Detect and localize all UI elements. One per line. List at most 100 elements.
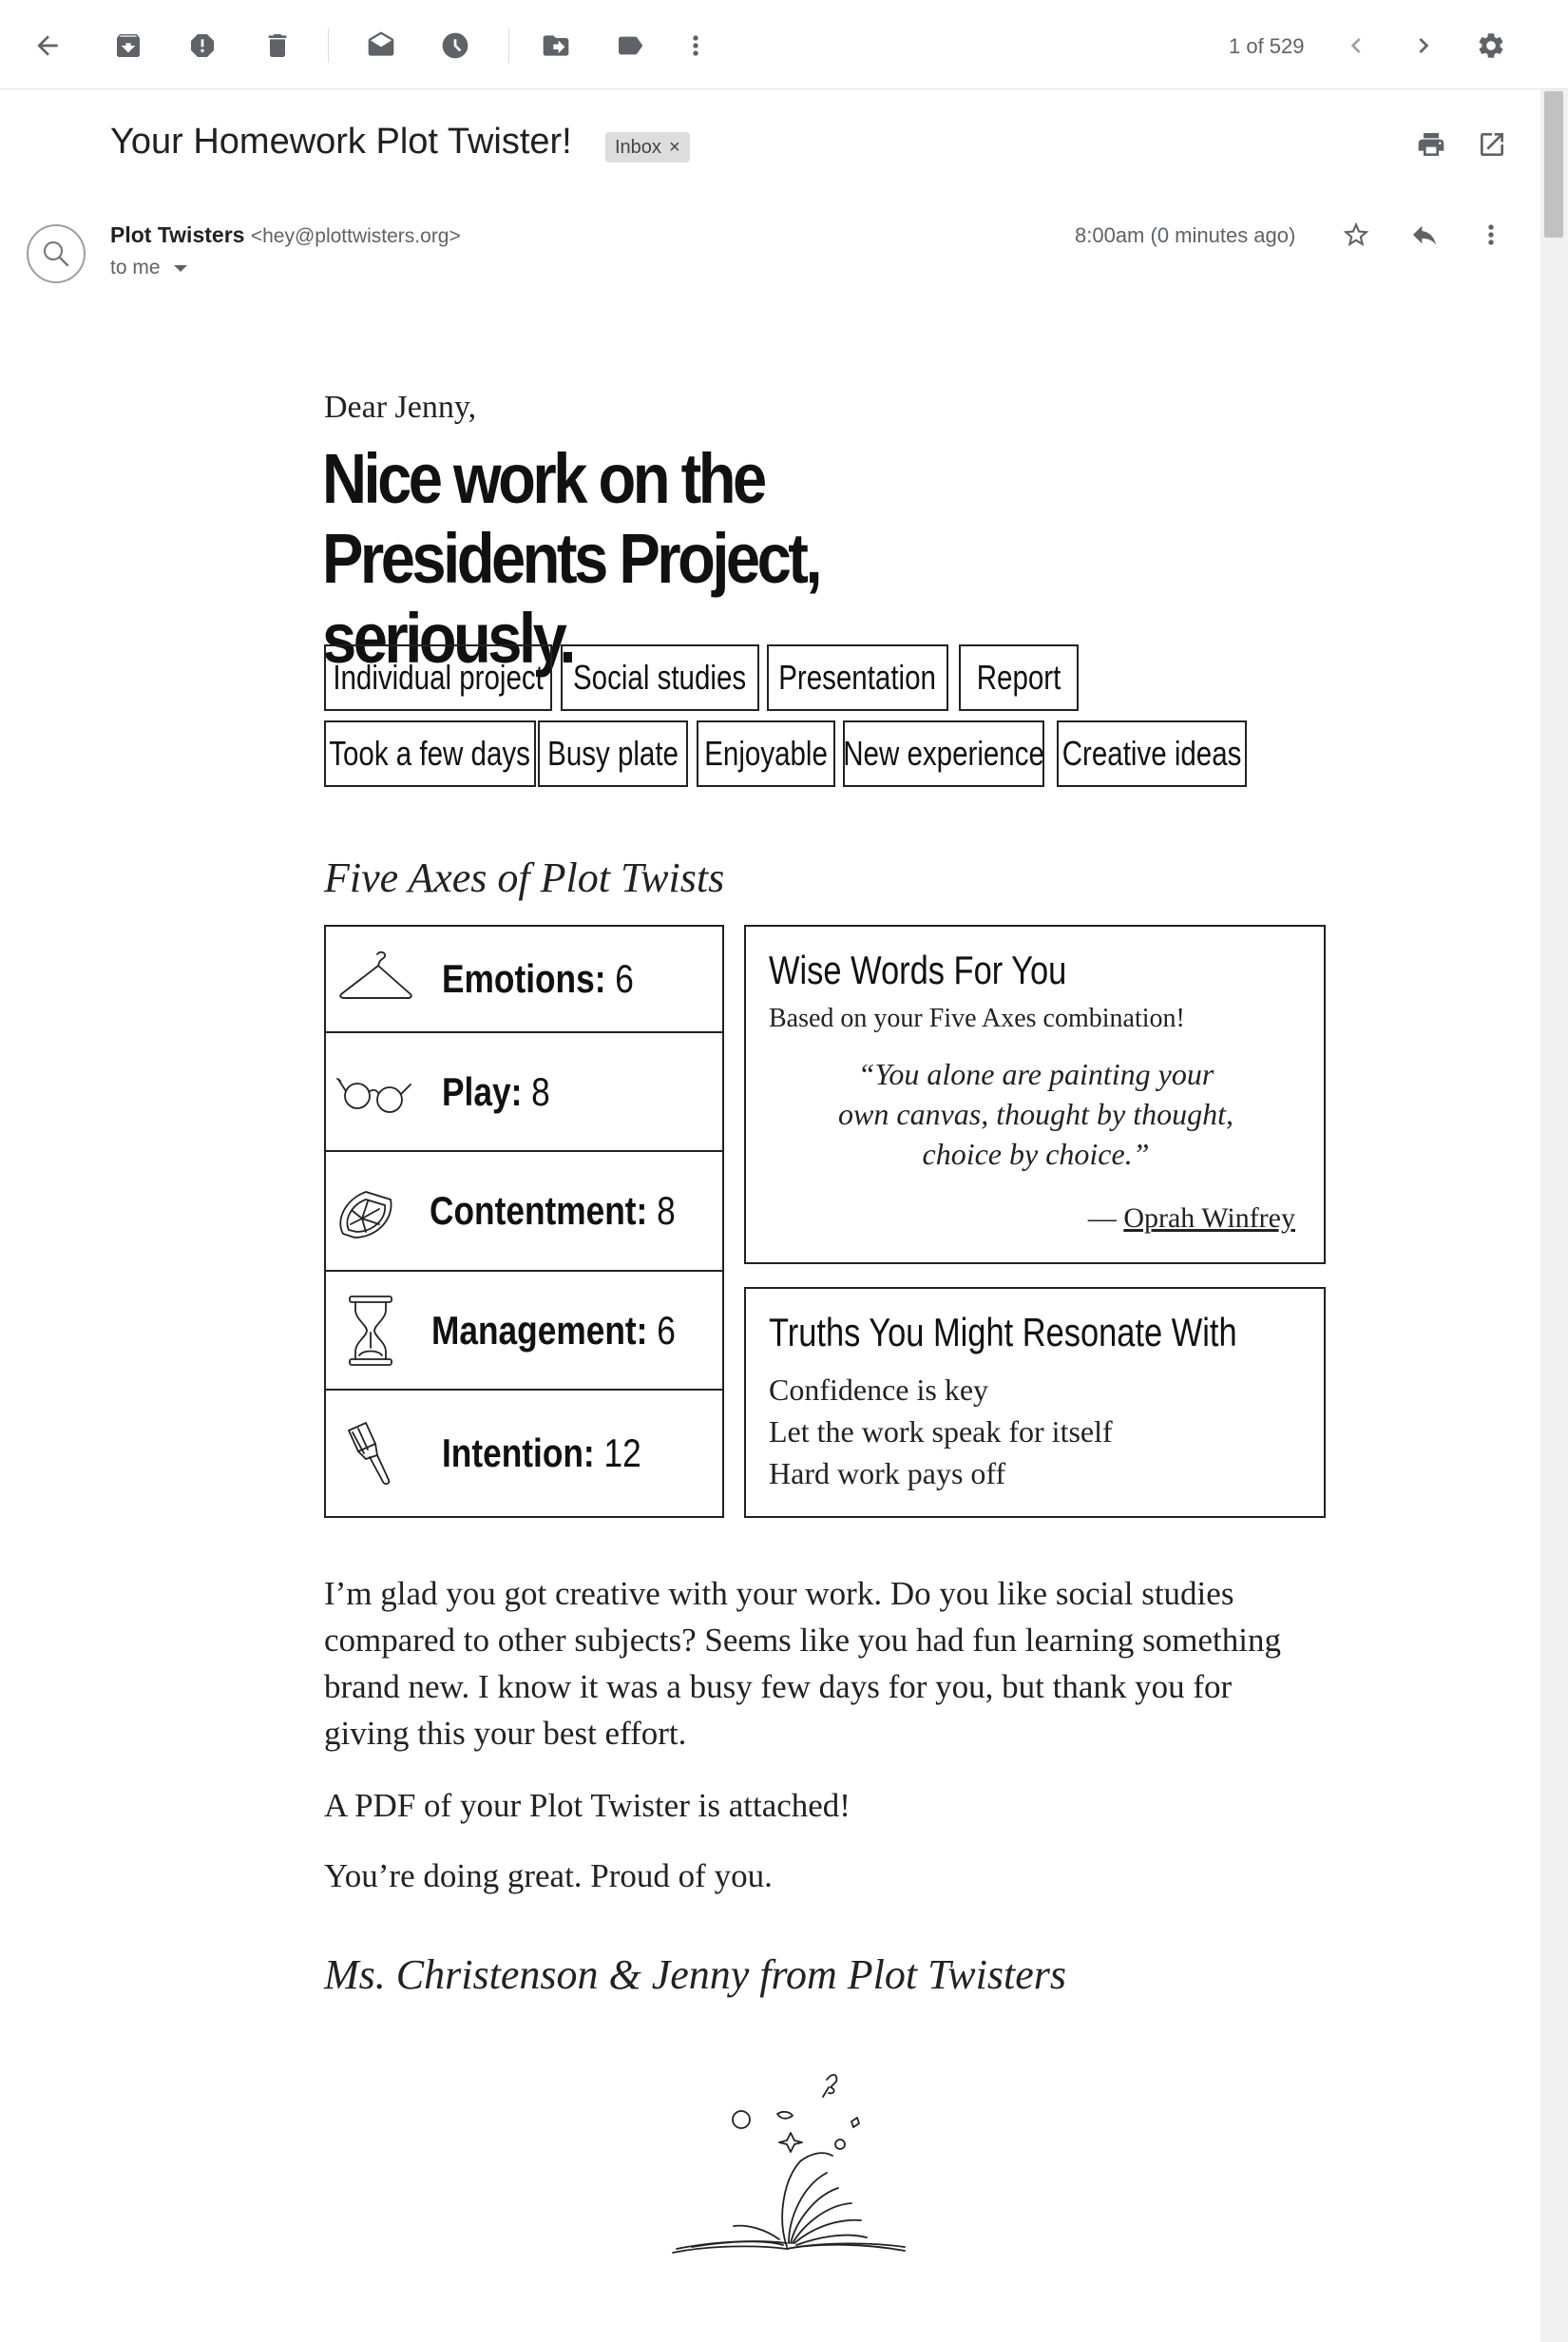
arrow-back-icon bbox=[37, 35, 58, 56]
axis-label: Intention: bbox=[442, 1430, 595, 1475]
tag-enjoyable: Enjoyable bbox=[697, 720, 835, 787]
sender-name: Plot Twisters bbox=[110, 222, 245, 247]
five-axes-panel: Emotions: 6 Play: 8 Contentment: 8 Manag… bbox=[324, 925, 724, 1518]
hanger-icon bbox=[326, 939, 425, 1019]
report-icon bbox=[191, 34, 214, 57]
message-more-button[interactable] bbox=[1468, 212, 1514, 258]
back-button[interactable] bbox=[25, 23, 70, 68]
delete-button[interactable] bbox=[255, 23, 300, 68]
wise-words-panel: Wise Words For You Based on your Five Ax… bbox=[744, 925, 1326, 1264]
settings-button[interactable] bbox=[1468, 23, 1514, 68]
attachment-note: A PDF of your Plot Twister is attached! bbox=[324, 1787, 851, 1824]
axis-value: 6 bbox=[657, 1307, 677, 1353]
tag-individual-project: Individual project bbox=[324, 644, 552, 711]
chevron-left-icon bbox=[1350, 38, 1361, 53]
paintbrush-icon bbox=[326, 1413, 425, 1493]
tag-label: Enjoyable bbox=[704, 734, 828, 773]
truths-title: Truths You Might Resonate With bbox=[769, 1310, 1237, 1354]
star-outline-icon bbox=[1343, 221, 1369, 246]
trash-icon bbox=[268, 34, 287, 57]
inbox-label-chip[interactable]: Inbox × bbox=[605, 132, 690, 163]
printer-icon bbox=[1418, 133, 1444, 156]
axis-label: Emotions: bbox=[442, 956, 606, 1001]
toolbar: 1 of 529 bbox=[0, 0, 1568, 89]
scrollbar-track[interactable] bbox=[1540, 89, 1568, 2342]
label-icon bbox=[619, 36, 643, 55]
glasses-icon bbox=[326, 1052, 425, 1132]
email-timestamp: 8:00am (0 minutes ago) bbox=[1075, 223, 1296, 247]
open-in-new-icon bbox=[1481, 133, 1503, 156]
open-in-new-window-button[interactable] bbox=[1469, 122, 1515, 167]
tag-social-studies: Social studies bbox=[561, 644, 759, 711]
scrollbar-thumb[interactable] bbox=[1544, 91, 1563, 238]
reply-icon bbox=[1413, 225, 1436, 245]
greeting: Dear Jenny, bbox=[324, 390, 477, 425]
caret-down-icon bbox=[173, 264, 187, 272]
chevron-right-icon bbox=[1419, 38, 1429, 53]
reply-button[interactable] bbox=[1402, 212, 1447, 258]
axis-management-text: Management: 6 bbox=[431, 1308, 676, 1353]
axis-value: 8 bbox=[657, 1188, 676, 1233]
newer-button[interactable] bbox=[1333, 23, 1379, 68]
recipient-details-toggle[interactable]: to me bbox=[110, 257, 187, 279]
tag-busy-plate: Busy plate bbox=[538, 720, 688, 787]
older-button[interactable] bbox=[1401, 23, 1446, 68]
remove-label-icon[interactable]: × bbox=[669, 137, 680, 159]
headline: Nice work on the Presidents Project, ser… bbox=[322, 439, 823, 678]
axis-row-play: Play: 8 bbox=[326, 1033, 722, 1152]
open-book-icon bbox=[672, 2074, 906, 2254]
tag-label: Individual project bbox=[333, 658, 544, 697]
magnifier-icon bbox=[43, 240, 69, 267]
truths-list: Confidence is key Let the work speak for… bbox=[769, 1369, 1113, 1494]
quote-author-link[interactable]: Oprah Winfrey bbox=[1123, 1202, 1295, 1234]
tag-label: Busy plate bbox=[547, 734, 679, 773]
snooze-button[interactable] bbox=[432, 23, 478, 68]
axis-row-emotions: Emotions: 6 bbox=[326, 927, 722, 1033]
axis-play-text: Play: 8 bbox=[442, 1069, 550, 1115]
axis-intention-text: Intention: 12 bbox=[442, 1430, 641, 1476]
more-options-button[interactable] bbox=[673, 23, 718, 68]
quote-attribution: — Oprah Winfrey bbox=[1088, 1202, 1295, 1235]
tag-took-a-few-days: Took a few days bbox=[324, 720, 536, 787]
clock-icon bbox=[442, 32, 468, 59]
label-button[interactable] bbox=[607, 23, 653, 68]
axis-value: 8 bbox=[531, 1068, 550, 1114]
axis-label: Contentment: bbox=[430, 1188, 648, 1233]
star-button[interactable] bbox=[1333, 212, 1379, 258]
inbox-label-text: Inbox bbox=[615, 136, 661, 158]
wise-words-title: Wise Words For You bbox=[769, 948, 1067, 992]
axis-value: 12 bbox=[603, 1430, 641, 1475]
tag-report: Report bbox=[959, 644, 1079, 711]
archive-button[interactable] bbox=[105, 23, 151, 68]
truths-panel: Truths You Might Resonate With Confidenc… bbox=[744, 1287, 1326, 1518]
tag-new-experience: New experience bbox=[843, 720, 1044, 787]
axis-label: Management: bbox=[431, 1307, 648, 1353]
lemon-slice-icon bbox=[326, 1171, 412, 1251]
hourglass-icon bbox=[326, 1291, 414, 1371]
tag-label: Took a few days bbox=[329, 734, 531, 773]
sender-email: <hey@plottwisters.org> bbox=[250, 225, 461, 247]
archive-icon bbox=[117, 34, 140, 57]
tag-label: Report bbox=[976, 658, 1061, 697]
more-vert-icon bbox=[693, 35, 698, 56]
report-spam-button[interactable] bbox=[180, 23, 225, 68]
toolbar-divider bbox=[508, 29, 509, 63]
sender-line: Plot Twisters <hey@plottwisters.org> bbox=[110, 222, 461, 248]
recipient-line: to me bbox=[110, 257, 161, 278]
gear-icon bbox=[1479, 33, 1503, 58]
pagination-count: 1 of 529 bbox=[1229, 34, 1305, 58]
signature: Ms. Christenson & Jenny from Plot Twiste… bbox=[324, 1951, 1066, 1998]
tag-label: Presentation bbox=[778, 658, 937, 697]
truth-item: Hard work pays off bbox=[769, 1456, 1006, 1490]
axis-label: Play: bbox=[442, 1068, 523, 1114]
move-to-button[interactable] bbox=[533, 23, 579, 68]
tag-presentation: Presentation bbox=[767, 644, 948, 711]
sender-avatar[interactable] bbox=[27, 224, 86, 283]
more-vert-icon bbox=[1488, 224, 1494, 245]
print-button[interactable] bbox=[1408, 122, 1454, 167]
tag-label: Social studies bbox=[573, 658, 747, 697]
email-subject: Your Homework Plot Twister! bbox=[110, 122, 572, 162]
tag-label: New experience bbox=[843, 734, 1044, 773]
body-paragraph: I’m glad you got creative with your work… bbox=[324, 1575, 1281, 1752]
mark-unread-button[interactable] bbox=[358, 23, 404, 68]
